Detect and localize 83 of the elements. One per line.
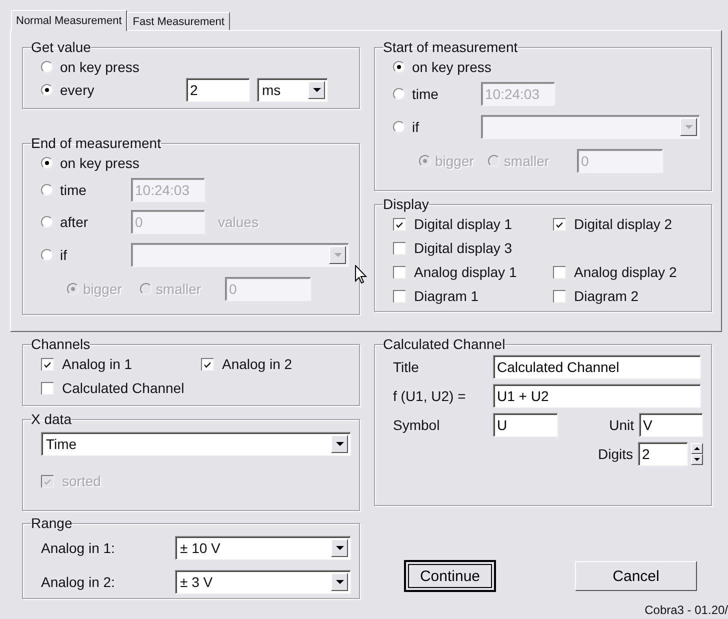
group-title: X data [31,411,72,427]
checkbox[interactable] [393,290,406,302]
field-label: Title [393,358,420,374]
option-label: Digital display 2 [574,216,672,232]
checkbox[interactable] [41,382,54,394]
group-title: Get value [31,39,91,55]
down-arrow-icon [694,458,700,460]
tab[interactable]: Fast Measurement [126,12,230,30]
option-label: Diagram 2 [574,288,639,304]
input-field[interactable]: U1 + U2 [493,384,701,408]
field-label: Unit [609,416,634,432]
input-field[interactable]: 2 [186,78,250,102]
checkbox[interactable] [553,266,566,278]
option-label: Analog in 2 [222,356,292,372]
caret-icon [336,580,344,584]
radio-button[interactable] [41,156,53,168]
option-label: bigger [83,281,122,297]
tab[interactable]: Normal Measurement [11,10,127,31]
group-title: Channels [31,336,90,352]
option-label: bigger [435,153,474,169]
unit-label: values [218,214,258,230]
input-field[interactable]: Calculated Channel [493,354,701,378]
option-label: Digital display 3 [414,240,512,256]
dropdown-button[interactable] [331,435,348,453]
checkbox[interactable] [201,358,214,370]
checkbox[interactable] [393,242,406,254]
option-label: Digital display 1 [414,216,512,232]
option-label: Analog display 1 [414,264,517,280]
checkbox[interactable] [393,218,406,230]
option-label: Analog in 1 [62,356,132,372]
option-label: if [412,119,419,135]
dropdown-button[interactable] [331,573,348,591]
option-label: time [60,182,86,198]
mouse-pointer-icon [355,265,367,284]
dropdown[interactable]: ± 10 V [175,536,351,560]
field-label: Symbol [393,416,441,432]
input-field[interactable]: V [639,412,703,436]
caret-icon [312,88,320,92]
input-field[interactable]: 2 [638,442,688,466]
option-label: smaller [504,153,550,169]
group-title: Start of measurement [383,39,518,55]
version-text: Cobra3 - 01.20/ [644,603,728,617]
radio-button[interactable] [41,60,53,72]
option-label: on key press [60,154,140,170]
field-label: Analog in 1: [41,540,116,556]
option-label: smaller [156,281,202,297]
checkbox[interactable] [41,358,54,370]
caret-icon [336,546,344,550]
radio-button[interactable] [393,60,405,72]
dropdown[interactable]: Time [41,432,351,456]
checkbox[interactable] [393,266,406,278]
caret-icon [334,253,342,257]
dialog-button[interactable]: Continue [405,561,495,591]
group-title: Calculated Channel [383,336,506,352]
option-label: if [60,247,67,263]
option-label: sorted [62,473,101,489]
dropdown[interactable]: ± 3 V [175,570,351,594]
input-field[interactable]: U [493,412,558,436]
option-label: on key press [412,58,492,74]
group-title: End of measurement [31,135,161,151]
option-label: on key press [60,58,140,74]
spinner[interactable] [691,442,703,464]
checkbox[interactable] [553,218,566,230]
group-title: Display [383,196,429,212]
dropdown-button[interactable] [308,80,325,98]
option-label: Diagram 1 [414,288,479,304]
dropdown-button[interactable] [331,539,348,557]
option-label: time [412,86,438,102]
option-label: Calculated Channel [62,380,184,396]
caret-icon [684,125,692,129]
field-label: f (U1, U2) = [393,388,467,404]
option-label: Analog display 2 [574,264,677,280]
up-arrow-icon [694,446,700,450]
option-label: after [60,214,88,230]
group-title: Range [31,515,72,531]
field-label: Analog in 2: [41,574,116,590]
dialog-button[interactable]: Cancel [575,561,697,591]
field-label: Digits [598,446,633,462]
checkbox[interactable] [553,290,566,302]
radio-button[interactable] [41,84,53,96]
dropdown[interactable]: ms [257,78,328,102]
caret-icon [336,442,344,446]
option-label: every [60,82,94,98]
